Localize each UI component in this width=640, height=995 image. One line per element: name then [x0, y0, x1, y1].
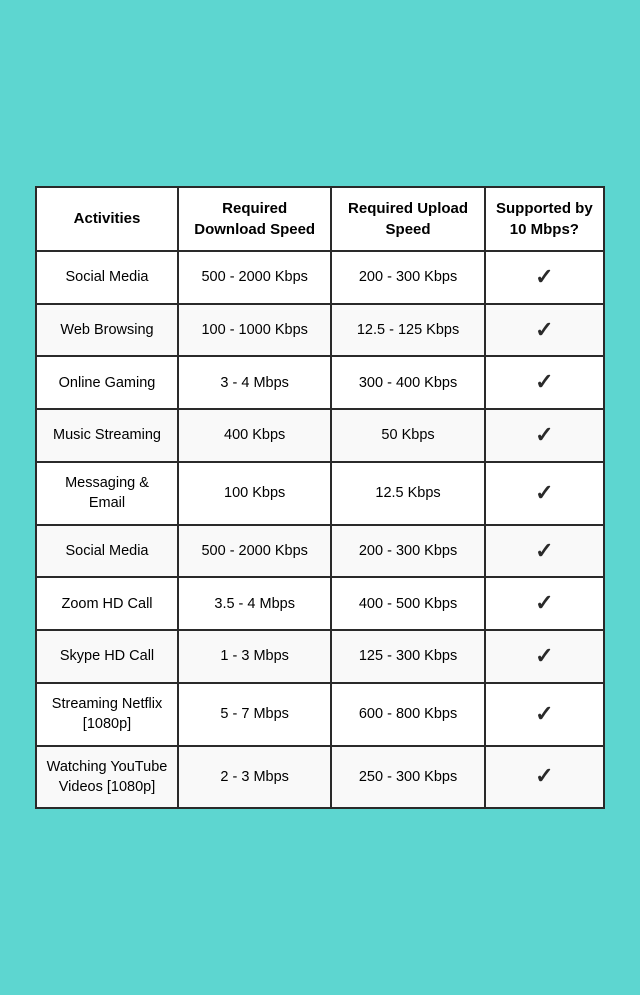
- cell-upload: 200 - 300 Kbps: [331, 525, 484, 578]
- table-row: Skype HD Call1 - 3 Mbps125 - 300 Kbps ✓: [36, 630, 604, 683]
- cell-supported: ✓: [485, 525, 604, 578]
- header-supported: Supported by 10 Mbps?: [485, 187, 604, 251]
- table-header-row: Activities Required Download Speed Requi…: [36, 187, 604, 251]
- cell-upload: 400 - 500 Kbps: [331, 577, 484, 630]
- cell-supported: ✓: [485, 409, 604, 462]
- check-icon: ✓: [535, 763, 553, 788]
- check-icon: ✓: [535, 369, 553, 394]
- cell-activity: Zoom HD Call: [36, 577, 178, 630]
- cell-activity: Social Media: [36, 525, 178, 578]
- header-download: Required Download Speed: [178, 187, 331, 251]
- check-icon: ✓: [535, 701, 553, 726]
- cell-supported: ✓: [485, 356, 604, 409]
- cell-activity: Watching YouTube Videos [1080p]: [36, 746, 178, 809]
- check-icon: ✓: [535, 590, 553, 615]
- cell-download: 5 - 7 Mbps: [178, 683, 331, 746]
- check-icon: ✓: [535, 480, 553, 505]
- table-row: Messaging & Email100 Kbps12.5 Kbps ✓: [36, 462, 604, 525]
- cell-upload: 12.5 Kbps: [331, 462, 484, 525]
- table-row: Online Gaming3 - 4 Mbps300 - 400 Kbps ✓: [36, 356, 604, 409]
- table-row: Music Streaming400 Kbps50 Kbps ✓: [36, 409, 604, 462]
- table-row: Zoom HD Call3.5 - 4 Mbps400 - 500 Kbps ✓: [36, 577, 604, 630]
- table-row: Social Media500 - 2000 Kbps200 - 300 Kbp…: [36, 251, 604, 304]
- cell-download: 500 - 2000 Kbps: [178, 525, 331, 578]
- cell-supported: ✓: [485, 304, 604, 357]
- cell-activity: Web Browsing: [36, 304, 178, 357]
- cell-upload: 250 - 300 Kbps: [331, 746, 484, 809]
- cell-upload: 50 Kbps: [331, 409, 484, 462]
- cell-supported: ✓: [485, 462, 604, 525]
- table-row: Streaming Netflix [1080p]5 - 7 Mbps600 -…: [36, 683, 604, 746]
- cell-download: 100 Kbps: [178, 462, 331, 525]
- internet-speed-table: Activities Required Download Speed Requi…: [35, 186, 605, 809]
- table-row: Web Browsing100 - 1000 Kbps12.5 - 125 Kb…: [36, 304, 604, 357]
- cell-supported: ✓: [485, 251, 604, 304]
- cell-activity: Music Streaming: [36, 409, 178, 462]
- cell-upload: 300 - 400 Kbps: [331, 356, 484, 409]
- cell-supported: ✓: [485, 683, 604, 746]
- cell-upload: 200 - 300 Kbps: [331, 251, 484, 304]
- cell-activity: Messaging & Email: [36, 462, 178, 525]
- table-row: Watching YouTube Videos [1080p]2 - 3 Mbp…: [36, 746, 604, 809]
- cell-download: 2 - 3 Mbps: [178, 746, 331, 809]
- cell-activity: Streaming Netflix [1080p]: [36, 683, 178, 746]
- cell-supported: ✓: [485, 630, 604, 683]
- cell-upload: 125 - 300 Kbps: [331, 630, 484, 683]
- header-upload: Required Upload Speed: [331, 187, 484, 251]
- table-row: Social Media500 - 2000 Kbps200 - 300 Kbp…: [36, 525, 604, 578]
- cell-download: 500 - 2000 Kbps: [178, 251, 331, 304]
- cell-supported: ✓: [485, 577, 604, 630]
- check-icon: ✓: [535, 264, 553, 289]
- cell-upload: 12.5 - 125 Kbps: [331, 304, 484, 357]
- check-icon: ✓: [535, 643, 553, 668]
- cell-activity: Skype HD Call: [36, 630, 178, 683]
- header-activity: Activities: [36, 187, 178, 251]
- cell-activity: Online Gaming: [36, 356, 178, 409]
- table-wrapper: Activities Required Download Speed Requi…: [15, 166, 625, 829]
- cell-download: 3 - 4 Mbps: [178, 356, 331, 409]
- cell-download: 3.5 - 4 Mbps: [178, 577, 331, 630]
- cell-download: 100 - 1000 Kbps: [178, 304, 331, 357]
- cell-download: 1 - 3 Mbps: [178, 630, 331, 683]
- check-icon: ✓: [535, 538, 553, 563]
- check-icon: ✓: [535, 317, 553, 342]
- cell-supported: ✓: [485, 746, 604, 809]
- check-icon: ✓: [535, 422, 553, 447]
- cell-download: 400 Kbps: [178, 409, 331, 462]
- cell-activity: Social Media: [36, 251, 178, 304]
- cell-upload: 600 - 800 Kbps: [331, 683, 484, 746]
